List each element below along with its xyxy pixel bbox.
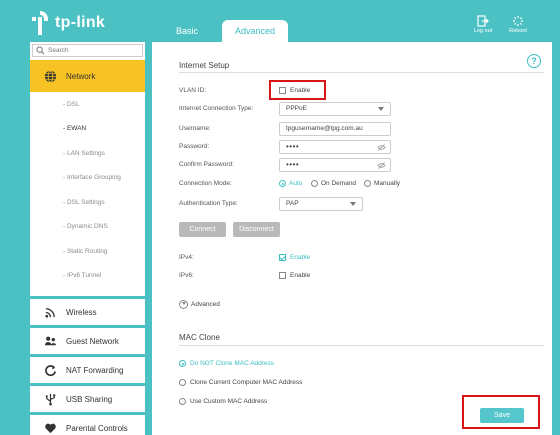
sidebar-sub-dsl-settings[interactable]: - DSL Settings bbox=[63, 199, 105, 206]
wifi-icon bbox=[45, 307, 55, 318]
ipv6-enable-checkbox[interactable] bbox=[279, 272, 286, 279]
reboot-button[interactable]: Reboot bbox=[506, 15, 530, 34]
reboot-label: Reboot bbox=[509, 28, 527, 34]
main-panel: Internet Setup ? VLAN ID: Enable Interne… bbox=[152, 42, 552, 435]
connection-type-select[interactable]: PPPoE bbox=[279, 102, 391, 116]
brand-name: tp-link bbox=[55, 14, 106, 31]
auth-type-value: PAP bbox=[286, 200, 299, 207]
tp-link-logo-icon bbox=[32, 11, 48, 35]
auth-type-select[interactable]: PAP bbox=[279, 197, 363, 211]
username-label: Username: bbox=[179, 125, 211, 132]
sidebar-item-usb-sharing[interactable]: USB Sharing bbox=[30, 383, 145, 412]
mac-custom-label: Use Custom MAC Address bbox=[190, 398, 268, 405]
vlan-id-label: VLAN ID: bbox=[179, 87, 207, 94]
sidebar-item-label: USB Sharing bbox=[66, 394, 113, 404]
globe-icon bbox=[44, 70, 57, 82]
connection-type-label: Internet Connection Type: bbox=[179, 105, 254, 112]
advanced-toggle[interactable]: Advanced bbox=[179, 300, 220, 309]
mac-no-clone-radio[interactable] bbox=[179, 360, 186, 367]
mac-clone-computer-radio[interactable] bbox=[179, 379, 186, 386]
tab-basic[interactable]: Basic bbox=[166, 20, 208, 42]
search-box[interactable] bbox=[32, 44, 143, 57]
connection-mode-label: Connection Mode: bbox=[179, 180, 232, 187]
sidebar-item-wireless[interactable]: Wireless bbox=[30, 296, 145, 325]
sidebar-item-label: Network bbox=[66, 71, 96, 81]
section-divider bbox=[179, 72, 544, 73]
internet-setup-title: Internet Setup bbox=[179, 61, 230, 70]
sidebar: Network - DSL - EWAN - LAN Settings - In… bbox=[30, 42, 145, 435]
ipv4-enable-label: Enable bbox=[290, 254, 311, 261]
sidebar-sub-static-routing[interactable]: - Static Routing bbox=[63, 248, 107, 255]
reboot-icon bbox=[513, 16, 523, 26]
logout-label: Log out bbox=[473, 28, 493, 34]
sidebar-item-guest-network[interactable]: Guest Network bbox=[30, 325, 145, 354]
tab-advanced[interactable]: Advanced bbox=[222, 20, 288, 42]
sidebar-sub-ipv6-tunnel[interactable]: - IPv6 Tunnel bbox=[63, 272, 101, 279]
section-divider bbox=[179, 345, 544, 346]
username-value: tpgusername@tpg.com.au bbox=[286, 125, 363, 132]
expand-icon bbox=[179, 300, 188, 309]
mac-clone-title: MAC Clone bbox=[179, 333, 220, 342]
ipv4-enable-checkbox[interactable] bbox=[279, 254, 286, 261]
username-field[interactable]: tpgusername@tpg.com.au bbox=[279, 122, 391, 136]
auth-type-label: Authentication Type: bbox=[179, 200, 238, 207]
nat-forwarding-icon bbox=[45, 364, 56, 376]
sidebar-sub-ewan[interactable]: - EWAN bbox=[63, 125, 86, 132]
mac-clone-computer-label: Clone Current Computer MAC Address bbox=[190, 379, 303, 386]
confirm-password-field[interactable]: •••• bbox=[279, 158, 391, 172]
sidebar-item-label: Parental Controls bbox=[66, 423, 128, 433]
ipv6-label: IPv6: bbox=[179, 272, 194, 279]
connection-type-value: PPPoE bbox=[286, 105, 307, 112]
sidebar-item-parental-controls[interactable]: Parental Controls bbox=[30, 412, 145, 435]
sidebar-sub-dsl[interactable]: - DSL bbox=[63, 101, 80, 108]
mac-custom-radio[interactable] bbox=[179, 398, 186, 405]
tp-link-logo: tp-link bbox=[30, 6, 142, 40]
hidden-eye-icon[interactable] bbox=[377, 161, 386, 170]
disconnect-button[interactable]: Disconnect bbox=[233, 222, 280, 237]
chevron-down-icon bbox=[378, 107, 384, 111]
ipv4-label: IPv4: bbox=[179, 254, 194, 261]
sidebar-item-label: Guest Network bbox=[66, 336, 119, 346]
mode-on-demand-label: On Demand bbox=[321, 180, 357, 187]
mode-auto-label: Auto bbox=[289, 180, 303, 187]
advanced-label: Advanced bbox=[191, 301, 220, 308]
sidebar-sub-interface-grouping[interactable]: - Interface Grouping bbox=[63, 174, 121, 181]
mode-auto-radio[interactable] bbox=[279, 180, 286, 187]
sidebar-sub-dynamic-dns[interactable]: - Dynamic DNS bbox=[63, 223, 108, 230]
vlan-highlight-box bbox=[269, 80, 326, 100]
password-field[interactable]: •••• bbox=[279, 140, 391, 154]
sidebar-item-network[interactable]: Network bbox=[30, 60, 145, 92]
usb-icon bbox=[45, 393, 56, 405]
search-input[interactable] bbox=[48, 47, 138, 54]
logout-button[interactable]: Log out bbox=[471, 15, 495, 34]
hidden-eye-icon[interactable] bbox=[377, 143, 386, 152]
sidebar-sub-lan-settings[interactable]: - LAN Settings bbox=[63, 150, 105, 157]
save-highlight-box bbox=[462, 395, 540, 429]
guest-users-icon bbox=[44, 336, 57, 345]
search-icon bbox=[36, 46, 45, 55]
confirm-password-label: Confirm Password: bbox=[179, 161, 234, 168]
ipv6-enable-label: Enable bbox=[290, 272, 311, 279]
parental-controls-icon bbox=[45, 423, 56, 433]
mode-manually-label: Manually bbox=[374, 180, 401, 187]
mode-on-demand-radio[interactable] bbox=[311, 180, 318, 187]
chevron-down-icon bbox=[350, 202, 356, 206]
confirm-password-value: •••• bbox=[286, 160, 300, 169]
mode-manually-radio[interactable] bbox=[364, 180, 371, 187]
mac-no-clone-label: Do NOT Clone MAC Address bbox=[190, 360, 275, 367]
connect-button[interactable]: Connect bbox=[179, 222, 226, 237]
logout-icon bbox=[477, 15, 489, 27]
help-icon[interactable]: ? bbox=[527, 54, 541, 68]
sidebar-item-label: Wireless bbox=[66, 307, 97, 317]
sidebar-item-nat-forwarding[interactable]: NAT Forwarding bbox=[30, 354, 145, 383]
password-label: Password: bbox=[179, 143, 210, 150]
sidebar-item-label: NAT Forwarding bbox=[66, 365, 124, 375]
password-value: •••• bbox=[286, 142, 300, 151]
